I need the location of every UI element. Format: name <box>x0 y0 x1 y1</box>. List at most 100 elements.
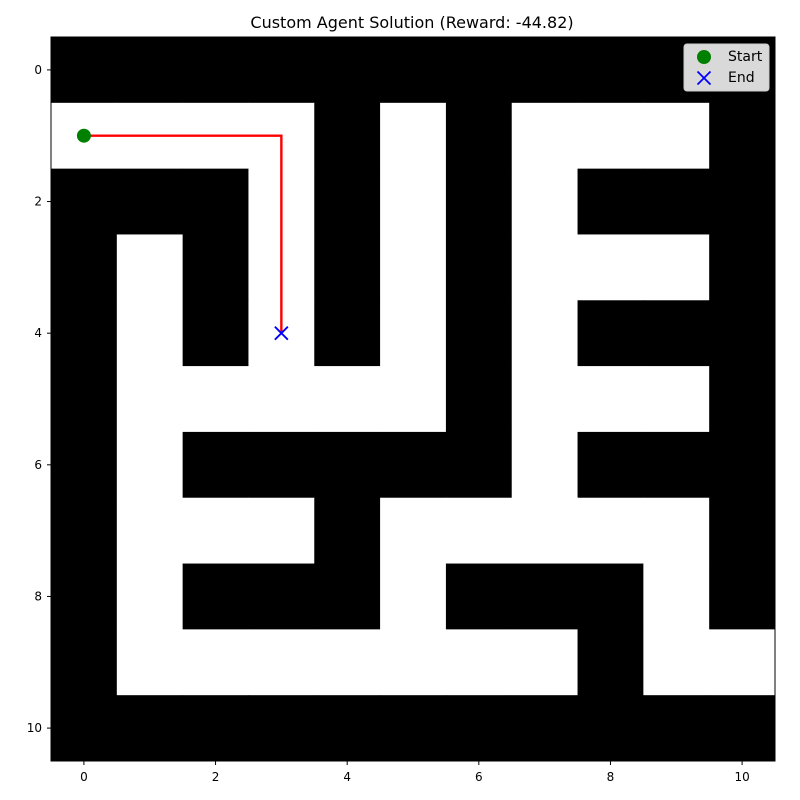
y-tick-label: 10 <box>27 721 42 735</box>
plot-title: Custom Agent Solution (Reward: -44.82) <box>250 13 573 32</box>
maze-open-cell <box>116 300 184 367</box>
maze-wall-cell <box>314 168 381 235</box>
maze-open-cell <box>380 300 447 367</box>
x-tick-label: 10 <box>734 770 749 784</box>
maze-wall-cell <box>643 695 710 762</box>
maze-wall-cell <box>182 563 249 630</box>
maze-wall-cell <box>314 37 381 104</box>
maze-open-cell <box>511 168 578 235</box>
maze-wall-cell <box>709 366 776 433</box>
maze-wall-cell <box>445 563 513 630</box>
maze-open-cell <box>314 629 381 696</box>
maze-wall-cell <box>445 366 513 433</box>
maze-wall-cell <box>709 563 776 630</box>
maze-wall-cell <box>445 102 513 170</box>
maze-wall-cell <box>51 168 118 235</box>
maze-open-cell <box>445 497 513 564</box>
maze-open-cell <box>643 234 710 301</box>
maze-open-cell <box>511 431 578 499</box>
maze-wall-cell <box>116 695 184 762</box>
maze-wall-cell <box>445 431 513 499</box>
maze-wall-cell <box>314 563 381 630</box>
maze-wall-cell <box>51 366 118 433</box>
maze-open-cell <box>248 629 315 696</box>
maze-open-cell <box>380 629 447 696</box>
maze-wall-cell <box>51 300 118 367</box>
maze-wall-cell <box>314 102 381 170</box>
y-tick-label: 4 <box>34 326 42 340</box>
maze-wall-cell <box>577 563 644 630</box>
x-axis-ticks: 0 2 4 6 8 10 <box>80 761 750 784</box>
maze-open-cell <box>709 629 776 696</box>
maze-wall-cell <box>182 168 249 235</box>
maze-wall-cell <box>182 37 249 104</box>
maze-wall-cell <box>314 234 381 301</box>
maze-wall-cell <box>511 563 578 630</box>
maze-open-cell <box>445 629 513 696</box>
maze-open-cell <box>380 234 447 301</box>
maze-wall-cell <box>709 431 776 499</box>
x-tick-label: 8 <box>607 770 615 784</box>
maze-wall-cell <box>51 563 118 630</box>
y-tick-label: 6 <box>34 458 42 472</box>
maze-wall-cell <box>445 234 513 301</box>
maze-wall-cell <box>182 300 249 367</box>
maze-wall-cell <box>248 695 315 762</box>
maze-open-cell <box>511 497 578 564</box>
maze-open-cell <box>511 234 578 301</box>
maze-open-cell <box>182 629 249 696</box>
maze-open-cell <box>380 563 447 630</box>
maze-wall-cell <box>709 168 776 235</box>
x-tick-label: 0 <box>80 770 88 784</box>
maze-open-cell <box>511 629 578 696</box>
maze-open-cell <box>380 102 447 170</box>
maze-wall-cell <box>709 497 776 564</box>
maze-wall-cell <box>577 431 644 499</box>
maze-open-cell <box>116 234 184 301</box>
maze-open-cell <box>577 366 644 433</box>
maze-wall-cell <box>182 431 249 499</box>
maze-grid <box>51 37 776 762</box>
maze-open-cell <box>511 300 578 367</box>
maze-wall-cell <box>445 695 513 762</box>
maze-wall-cell <box>709 234 776 301</box>
maze-wall-cell <box>51 234 118 301</box>
maze-open-cell <box>116 366 184 433</box>
maze-wall-cell <box>182 695 249 762</box>
maze-wall-cell <box>51 629 118 696</box>
maze-open-cell <box>577 497 644 564</box>
maze-open-cell <box>182 366 249 433</box>
maze-wall-cell <box>51 695 118 762</box>
maze-open-cell <box>643 563 710 630</box>
maze-wall-cell <box>709 300 776 367</box>
y-axis-ticks: 0 2 4 6 8 10 <box>27 63 51 735</box>
x-tick-label: 6 <box>475 770 483 784</box>
y-tick-label: 0 <box>34 63 42 77</box>
maze-open-cell <box>314 366 381 433</box>
maze-open-cell <box>248 366 315 433</box>
maze-wall-cell <box>511 37 578 104</box>
maze-open-cell <box>116 431 184 499</box>
maze-open-cell <box>643 629 710 696</box>
maze-wall-cell <box>182 234 249 301</box>
maze-wall-cell <box>577 168 644 235</box>
maze-plot: Custom Agent Solution (Reward: -44.82) 0… <box>27 13 776 784</box>
maze-open-cell <box>511 366 578 433</box>
maze-open-cell <box>643 102 710 170</box>
maze-open-cell <box>577 234 644 301</box>
legend: Start End <box>683 43 770 92</box>
y-tick-label: 2 <box>34 195 42 209</box>
maze-wall-cell <box>248 37 315 104</box>
x-tick-label: 4 <box>343 770 351 784</box>
maze-open-cell <box>380 168 447 235</box>
maze-open-cell <box>182 497 249 564</box>
x-tick-label: 2 <box>212 770 220 784</box>
maze-wall-cell <box>314 497 381 564</box>
legend-start-icon <box>697 50 711 64</box>
maze-open-cell <box>577 102 644 170</box>
maze-wall-cell <box>51 431 118 499</box>
maze-open-cell <box>380 366 447 433</box>
maze-wall-cell <box>445 37 513 104</box>
maze-wall-cell <box>380 695 447 762</box>
maze-open-cell <box>380 497 447 564</box>
